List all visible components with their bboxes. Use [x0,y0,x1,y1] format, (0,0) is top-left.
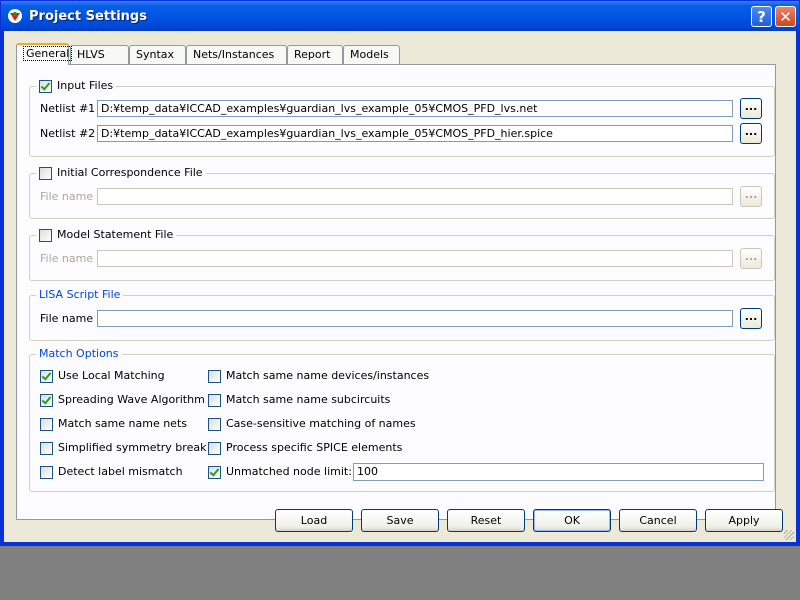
netlist1-input[interactable]: D:¥temp_data¥ICCAD_examples¥guardian_lvs… [97,100,733,117]
process-spice-elements-checkbox[interactable] [208,441,221,455]
save-button[interactable]: Save [361,509,439,532]
initial-correspondence-file-label: File name [40,190,94,203]
model-statement-checkbox[interactable] [39,228,52,242]
netlist2-label: Netlist #2 [40,127,96,140]
ok-button[interactable]: OK [533,509,611,532]
netlist1-label: Netlist #1 [40,102,96,115]
reset-button[interactable]: Reset [447,509,525,532]
general-tab-panel: Input Files Netlist #1 D:¥temp_data¥ICCA… [16,64,776,520]
use-local-matching-checkbox[interactable] [40,369,53,383]
use-local-matching-option[interactable]: Use Local Matching [40,369,165,383]
initial-correspondence-legend[interactable]: Initial Correspondence File [36,166,206,180]
process-spice-elements-option[interactable]: Process specific SPICE elements [208,441,402,455]
match-same-name-nets-checkbox[interactable] [40,417,53,431]
dialog-body: General HLVS Syntax Nets/Instances Repor… [4,31,796,542]
tab-hlvs[interactable]: HLVS [70,45,129,64]
input-files-checkbox[interactable] [39,79,52,93]
simplified-symmetry-break-checkbox[interactable] [40,441,53,455]
model-statement-browse-button[interactable]: ... [740,248,762,269]
apply-button[interactable]: Apply [705,509,783,532]
lisa-script-file-input[interactable] [97,310,733,327]
model-statement-group: Model Statement File File name ... [29,228,775,281]
unmatched-node-limit-option[interactable]: Unmatched node limit: [208,465,352,479]
tab-general[interactable]: General [16,43,73,65]
match-options-legend: Match Options [36,347,122,360]
load-button[interactable]: Load [275,509,353,532]
netlist2-browse-button[interactable]: ... [740,123,762,144]
model-statement-legend[interactable]: Model Statement File [36,228,177,242]
input-files-legend[interactable]: Input Files [36,79,117,93]
tab-models[interactable]: Models [343,45,400,64]
input-files-group: Input Files Netlist #1 D:¥temp_data¥ICCA… [29,79,775,157]
initial-correspondence-checkbox[interactable] [39,166,52,180]
tab-report[interactable]: Report [287,45,343,64]
model-statement-file-input[interactable] [97,250,733,267]
tab-nets-instances[interactable]: Nets/Instances [186,45,287,64]
model-statement-file-label: File name [40,252,94,265]
lisa-script-browse-button[interactable]: ... [740,308,762,329]
netlist2-input[interactable]: D:¥temp_data¥ICCAD_examples¥guardian_lvs… [97,125,733,142]
case-sensitive-matching-checkbox[interactable] [208,417,221,431]
simplified-symmetry-break-option[interactable]: Simplified symmetry break [40,441,206,455]
app-logo-icon [8,9,22,23]
match-same-name-nets-option[interactable]: Match same name nets [40,417,187,431]
spreading-wave-option[interactable]: Spreading Wave Algorithm [40,393,205,407]
window-title: Project Settings [29,9,147,24]
help-button[interactable]: ? [751,6,772,27]
initial-correspondence-browse-button[interactable]: ... [740,186,762,207]
detect-label-mismatch-checkbox[interactable] [40,465,53,479]
lisa-script-group: LISA Script File File name ... [29,288,775,341]
initial-correspondence-file-input[interactable] [97,188,733,205]
match-options-group: Match Options Use Local Matching Spreadi… [29,347,775,492]
match-same-name-devices-checkbox[interactable] [208,369,221,383]
unmatched-node-limit-checkbox[interactable] [208,465,221,479]
spreading-wave-checkbox[interactable] [40,393,53,407]
tab-syntax[interactable]: Syntax [129,45,186,64]
resize-grip[interactable] [784,530,794,540]
title-bar[interactable]: Project Settings ? ✕ [1,1,799,31]
project-settings-window: Project Settings ? ✕ General HLVS Syntax… [0,0,800,546]
close-button[interactable]: ✕ [775,6,796,27]
match-same-name-subcircuits-checkbox[interactable] [208,393,221,407]
detect-label-mismatch-option[interactable]: Detect label mismatch [40,465,183,479]
match-same-name-devices-option[interactable]: Match same name devices/instances [208,369,429,383]
unmatched-node-limit-input[interactable]: 100 [353,463,764,481]
netlist1-browse-button[interactable]: ... [740,98,762,119]
match-same-name-subcircuits-option[interactable]: Match same name subcircuits [208,393,390,407]
cancel-button[interactable]: Cancel [619,509,697,532]
lisa-script-legend: LISA Script File [36,288,124,301]
case-sensitive-matching-option[interactable]: Case-sensitive matching of names [208,417,416,431]
initial-correspondence-group: Initial Correspondence File File name ..… [29,166,775,219]
lisa-script-file-label: File name [40,312,94,325]
